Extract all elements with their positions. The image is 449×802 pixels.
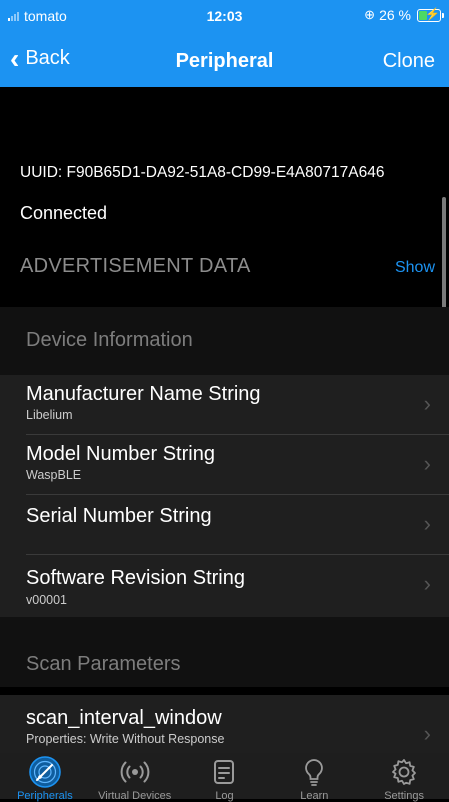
orientation-lock-icon: ⊕ <box>364 7 376 22</box>
advertisement-data-label: ADVERTISEMENT DATA <box>20 255 251 277</box>
navigation-bar: ‹ Back Peripheral Clone <box>0 38 449 84</box>
section-header-scan-parameters: Scan Parameters <box>0 617 449 687</box>
characteristic-name: Serial Number String <box>26 505 212 527</box>
log-icon <box>214 760 235 784</box>
tab-settings[interactable]: Settings <box>359 753 449 802</box>
status-right: ⊕ 26 % ⚡ <box>364 7 444 23</box>
tab-label: Peripherals <box>17 790 73 802</box>
tab-label: Learn <box>300 790 329 802</box>
tab-label: Virtual Devices <box>98 790 172 802</box>
gear-icon <box>392 759 416 785</box>
status-bar: tomato 12:03 ⊕ 26 % ⚡ <box>0 0 449 34</box>
clone-button[interactable]: Clone <box>383 50 435 73</box>
section-header-device-information: Device Information <box>0 307 449 377</box>
battery-percent: 26 % <box>379 7 411 23</box>
scan-parameters-list: scan_interval_window Properties: Write W… <box>0 695 449 753</box>
device-information-list: Manufacturer Name String Libelium › Mode… <box>0 375 449 617</box>
show-advertisement-button[interactable]: Show <box>395 259 435 277</box>
header: tomato 12:03 ⊕ 26 % ⚡ ‹ Back Peripheral … <box>0 0 449 87</box>
page-title: Peripheral <box>175 50 274 72</box>
tab-virtual-devices[interactable]: Virtual Devices <box>90 753 180 802</box>
tab-peripherals[interactable]: Peripherals <box>0 753 90 802</box>
characteristic-name: Model Number String <box>26 443 215 465</box>
characteristic-name: Software Revision String <box>26 567 245 589</box>
battery-icon: ⚡ <box>417 7 444 22</box>
broadcast-icon <box>120 761 150 783</box>
connection-status: Connected <box>20 203 108 223</box>
characteristic-row-model-number[interactable]: Model Number String WaspBLE › <box>0 435 449 495</box>
section-title: Device Information <box>26 329 193 351</box>
chevron-right-icon: › <box>423 571 431 596</box>
lightbulb-icon <box>305 759 324 786</box>
tab-label: Settings <box>384 790 424 802</box>
tab-log[interactable]: Log <box>180 753 270 802</box>
chevron-right-icon: › <box>423 721 431 746</box>
characteristic-value: v00001 <box>26 593 68 607</box>
characteristic-value: Properties: Write Without Response <box>26 732 225 746</box>
chevron-right-icon: › <box>423 451 431 476</box>
peripherals-icon <box>29 756 61 788</box>
characteristic-value: WaspBLE <box>26 468 82 482</box>
characteristic-value: Libelium <box>26 408 73 422</box>
chevron-right-icon: › <box>423 511 431 536</box>
tab-label: Log <box>215 790 234 802</box>
characteristic-name: scan_interval_window <box>26 707 222 729</box>
section-title: Scan Parameters <box>26 653 181 675</box>
characteristic-row-scan-interval-window[interactable]: scan_interval_window Properties: Write W… <box>0 695 449 753</box>
characteristic-name: Manufacturer Name String <box>26 383 261 405</box>
characteristic-row-manufacturer-name[interactable]: Manufacturer Name String Libelium › <box>0 375 449 435</box>
tab-bar: Peripherals Virtual Devices Log Learn Se… <box>0 753 449 802</box>
characteristic-row-software-revision[interactable]: Software Revision String v00001 › <box>0 555 449 617</box>
scrollbar[interactable] <box>442 197 446 322</box>
tab-learn[interactable]: Learn <box>269 753 359 802</box>
chevron-right-icon: › <box>423 391 431 416</box>
device-uuid: UUID: F90B65D1-DA92-51A8-CD99-E4A80717A6… <box>20 164 385 181</box>
characteristic-row-serial-number[interactable]: Serial Number String › <box>0 495 449 555</box>
peripheral-details[interactable]: UUID: F90B65D1-DA92-51A8-CD99-E4A80717A6… <box>0 87 449 753</box>
